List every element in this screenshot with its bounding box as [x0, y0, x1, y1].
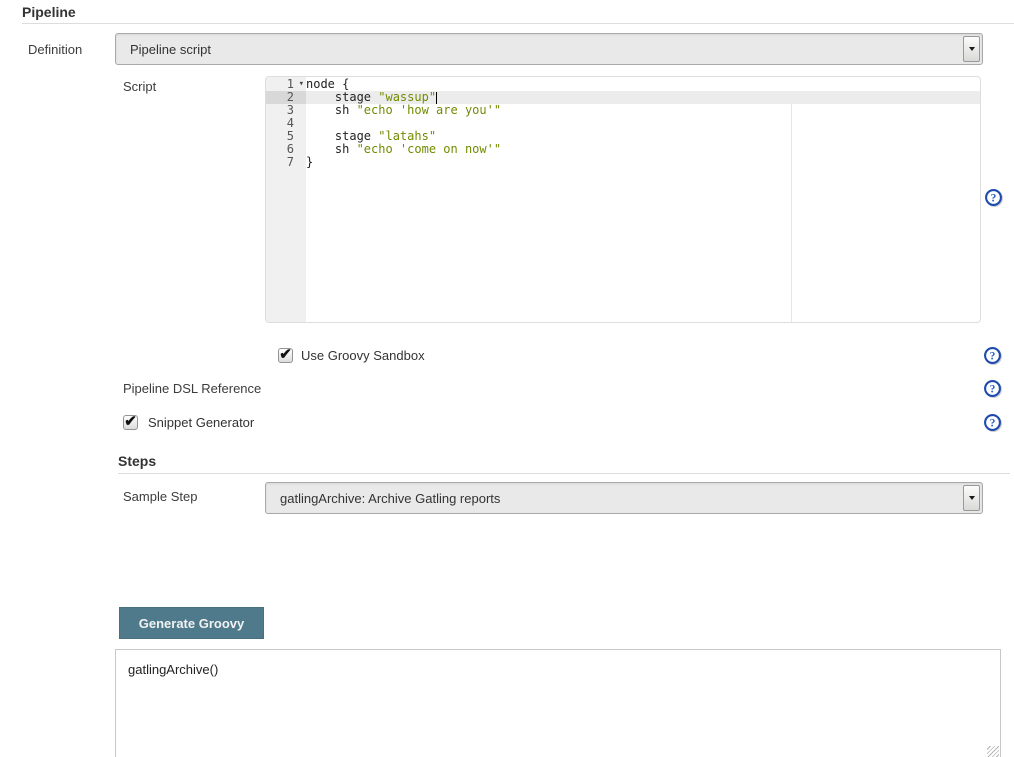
code-plain-token: sh: [306, 142, 357, 156]
definition-select[interactable]: Pipeline script: [115, 33, 983, 65]
script-row: Script 1▾234567 node { stage "wassup" sh…: [0, 76, 1014, 323]
code-plain-token: sh: [306, 103, 357, 117]
steps-section-title: Steps: [118, 453, 1014, 469]
sample-step-label: Sample Step: [123, 482, 265, 504]
code-string-token: "echo 'how are you'": [357, 103, 502, 117]
code-plain-token: stage: [306, 90, 378, 104]
steps-section-divider: [118, 473, 1010, 474]
groovy-output-textarea[interactable]: gatlingArchive(): [115, 649, 1001, 757]
definition-select-value: Pipeline script: [116, 42, 963, 57]
gutter-line-number: 2: [266, 91, 306, 104]
pipeline-section-divider: [22, 23, 1014, 24]
code-string-token: "latahs": [378, 129, 436, 143]
svg-text:?: ?: [991, 192, 997, 204]
snippet-generator-checkbox[interactable]: ✔: [123, 415, 138, 430]
gutter-line-number: 1▾: [266, 78, 306, 91]
script-editor[interactable]: 1▾234567 node { stage "wassup" sh "echo …: [265, 76, 981, 323]
dsl-reference-row: Pipeline DSL Reference ?: [0, 380, 1014, 397]
gutter-line-number: 7: [266, 156, 306, 169]
sample-step-row: Sample Step gatlingArchive: Archive Gatl…: [0, 482, 1014, 514]
help-icon[interactable]: ?: [984, 380, 1001, 397]
definition-row: Definition Pipeline script: [0, 33, 1014, 65]
dsl-reference-label[interactable]: Pipeline DSL Reference: [123, 381, 261, 396]
snippet-generator-row: ✔ Snippet Generator ?: [0, 414, 1014, 431]
groovy-output-text: gatlingArchive(): [128, 662, 218, 677]
help-icon[interactable]: ?: [984, 414, 1001, 431]
sandbox-row: ✔ Use Groovy Sandbox ?: [0, 347, 1014, 364]
script-help-wrapper: ?: [985, 189, 1002, 211]
definition-select-button[interactable]: [963, 36, 980, 62]
generate-groovy-button[interactable]: Generate Groovy: [119, 607, 264, 639]
editor-code[interactable]: node { stage "wassup" sh "echo 'how are …: [306, 77, 980, 322]
gutter-line-number: 4: [266, 117, 306, 130]
svg-text:?: ?: [990, 351, 996, 363]
svg-text:?: ?: [990, 384, 996, 396]
help-icon[interactable]: ?: [985, 189, 1002, 206]
definition-label: Definition: [28, 33, 115, 57]
code-line[interactable]: }: [306, 156, 980, 169]
sample-step-select-button[interactable]: [963, 485, 980, 511]
script-label: Script: [123, 76, 265, 94]
snippet-generator-label: Snippet Generator: [148, 415, 254, 430]
fold-arrow-icon[interactable]: ▾: [299, 78, 304, 91]
editor-gutter: 1▾234567: [266, 77, 306, 322]
pipeline-config-page: Pipeline Definition Pipeline script Scri…: [0, 0, 1014, 757]
code-plain-token: stage: [306, 129, 378, 143]
code-plain-token: }: [306, 155, 313, 169]
sample-step-select[interactable]: gatlingArchive: Archive Gatling reports: [265, 482, 983, 514]
sandbox-checkbox[interactable]: ✔: [278, 348, 293, 363]
pipeline-section-title: Pipeline: [22, 4, 1014, 20]
code-line[interactable]: sh "echo 'how are you'": [306, 104, 980, 117]
sandbox-label: Use Groovy Sandbox: [301, 348, 425, 363]
sample-step-select-value: gatlingArchive: Archive Gatling reports: [266, 491, 963, 506]
svg-text:?: ?: [990, 418, 996, 430]
code-string-token: "wassup": [378, 90, 436, 104]
chevron-down-icon: [969, 496, 975, 500]
help-icon[interactable]: ?: [984, 347, 1001, 364]
chevron-down-icon: [969, 47, 975, 51]
code-plain-token: node {: [306, 77, 349, 91]
gutter-line-number: 3: [266, 104, 306, 117]
code-string-token: "echo 'come on now'": [357, 142, 502, 156]
resize-grip-icon[interactable]: [987, 746, 999, 757]
gutter-line-number: 6: [266, 143, 306, 156]
gutter-line-number: 5: [266, 130, 306, 143]
code-line[interactable]: sh "echo 'come on now'": [306, 143, 980, 156]
